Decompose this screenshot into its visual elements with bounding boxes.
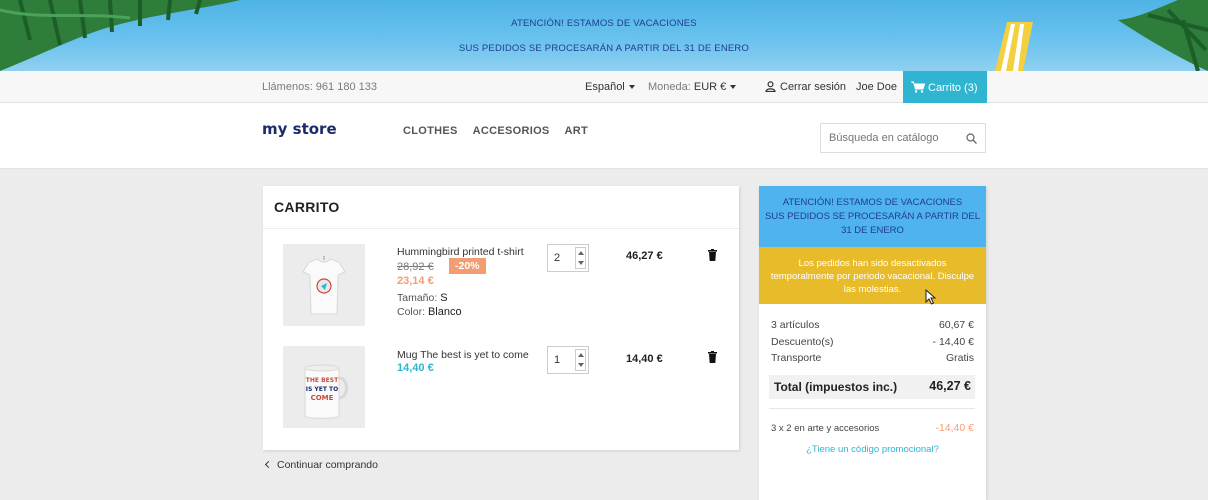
line-total: 46,27 € — [626, 250, 663, 262]
product-size: Tamaño: S — [397, 292, 448, 304]
banner-line-2: SUS PEDIDOS SE PROCESARÁN A PARTIR DEL 3… — [458, 43, 750, 54]
product-price: 23,14 € — [397, 275, 434, 287]
quantity-input[interactable] — [548, 347, 576, 373]
trash-icon[interactable] — [708, 249, 717, 261]
decrement-icon[interactable] — [578, 363, 584, 367]
shipping-label: Transporte — [771, 352, 822, 364]
tshirt-icon — [302, 256, 346, 315]
logout-link[interactable]: Cerrar sesión — [765, 81, 846, 93]
cart-label: Carrito (3) — [928, 82, 978, 94]
mug-text-line-1: THE BEST — [305, 377, 339, 384]
discount-label: Descuento(s) — [771, 336, 834, 348]
currency-selector[interactable]: Moneda: EUR € — [648, 81, 737, 93]
cart-button[interactable]: Carrito (3) — [903, 71, 987, 103]
account-link[interactable]: Joe Doe — [856, 81, 897, 93]
logo-store: store — [292, 120, 337, 138]
product-old-price: 28,92 € — [397, 261, 434, 273]
top-navbar: Llámenos: 961 180 133 Español Moneda: EU… — [0, 71, 1208, 103]
logo-my: my — [262, 120, 288, 138]
articles-value: 60,67 € — [938, 319, 974, 331]
search-icon[interactable] — [966, 133, 977, 144]
promo-code-link[interactable]: ¿Tiene un código promocional? — [759, 444, 986, 455]
shopping-cart-icon — [911, 81, 926, 93]
promo-row: 3 x 2 en arte y accesorios -14,40 € — [771, 422, 974, 434]
divider — [263, 228, 739, 229]
promo-label: 3 x 2 en arte y accesorios — [771, 423, 880, 434]
total-value: 46,27 € — [929, 379, 971, 393]
menu-item-accesorios[interactable]: ACCESORIOS — [473, 125, 550, 137]
mug-text-line-2: IS YET TO — [305, 386, 339, 393]
quantity-spinner[interactable] — [575, 349, 586, 371]
mug-text-line-3: COME — [310, 394, 334, 402]
cart-summary: ATENCIÓN! ESTAMOS DE VACACIONES SUS PEDI… — [759, 186, 986, 500]
line-total: 14,40 € — [626, 353, 663, 365]
palm-tree-icon — [0, 0, 240, 71]
quantity-stepper — [547, 244, 589, 272]
continue-shopping-link[interactable]: Continuar comprando — [264, 459, 378, 471]
menu-item-art[interactable]: ART — [565, 125, 589, 137]
size-label: Tamaño: — [397, 292, 438, 304]
product-name[interactable]: Mug The best is yet to come — [397, 349, 529, 361]
discount-value: - 14,40 € — [932, 336, 974, 348]
cart-panel: CARRITO Hummingbird printed t-shirt 28,9… — [263, 186, 739, 450]
search-box — [820, 123, 986, 153]
increment-icon[interactable] — [578, 251, 584, 255]
chevron-left-icon — [264, 460, 273, 469]
shipping-value: Gratis — [945, 352, 974, 364]
palm-tree-icon — [1118, 0, 1208, 71]
vacation-notice: ATENCIÓN! ESTAMOS DE VACACIONES SUS PEDI… — [759, 186, 986, 247]
color-label: Color: — [397, 306, 426, 318]
divider — [769, 408, 975, 409]
cart-title: CARRITO — [274, 199, 340, 215]
total-label: Total (impuestos inc.) — [774, 380, 898, 394]
vacation-line-1: ATENCIÓN! ESTAMOS DE VACACIONES — [782, 197, 963, 208]
currency-label: Moneda: — [648, 81, 691, 93]
vacation-line-2: SUS PEDIDOS SE PROCESARÁN A PARTIR DEL 3… — [764, 211, 981, 236]
promo-value: -14,40 € — [935, 422, 974, 434]
banner-line-1: ATENCIÓN! ESTAMOS DE VACACIONES — [511, 18, 697, 29]
quantity-input[interactable] — [548, 245, 576, 271]
language-label: Español — [585, 81, 625, 93]
main-menu: CLOTHES ACCESORIOS ART — [403, 125, 600, 137]
increment-icon[interactable] — [578, 353, 584, 357]
search-input[interactable] — [821, 124, 951, 152]
quantity-stepper — [547, 346, 589, 374]
mug-print: THE BEST IS YET TO COME — [305, 376, 339, 403]
user-icon — [765, 81, 776, 93]
currency-value: EUR € — [693, 81, 727, 93]
trash-icon[interactable] — [708, 351, 717, 363]
color-value: Blanco — [427, 306, 462, 318]
mouse-cursor-icon — [925, 289, 937, 305]
contact-phone: Llámenos: 961 180 133 — [262, 81, 377, 93]
total-row: Total (impuestos inc.) 46,27 € — [769, 375, 975, 399]
product-price: 14,40 € — [397, 362, 434, 374]
language-selector[interactable]: Español — [585, 81, 635, 93]
continue-label: Continuar comprando — [277, 459, 378, 471]
size-value: S — [440, 292, 448, 304]
decrement-icon[interactable] — [578, 261, 584, 265]
menu-item-clothes[interactable]: CLOTHES — [403, 125, 458, 137]
product-color: Color: Blanco — [397, 306, 462, 318]
top-banner: ATENCIÓN! ESTAMOS DE VACACIONES SUS PEDI… — [0, 0, 1208, 71]
product-image-tshirt[interactable] — [283, 244, 365, 326]
articles-label: 3 artículos — [771, 319, 820, 331]
caret-down-icon — [730, 85, 737, 90]
articles-row: 3 artículos 60,67 € — [771, 319, 974, 331]
orders-disabled-warning: Los pedidos han sido desactivados tempor… — [759, 247, 986, 304]
quantity-spinner[interactable] — [575, 247, 586, 269]
discount-badge: -20% — [449, 258, 486, 274]
site-header: my store CLOTHES ACCESORIOS ART — [0, 103, 1208, 169]
shipping-row: Transporte Gratis — [771, 352, 974, 364]
discount-row: Descuento(s) - 14,40 € — [771, 336, 974, 348]
product-image-mug[interactable]: THE BEST IS YET TO COME — [283, 346, 365, 428]
logout-label: Cerrar sesión — [780, 81, 847, 93]
product-name[interactable]: Hummingbird printed t-shirt — [397, 246, 524, 258]
caret-down-icon — [628, 85, 635, 90]
store-logo[interactable]: my store — [262, 120, 337, 138]
